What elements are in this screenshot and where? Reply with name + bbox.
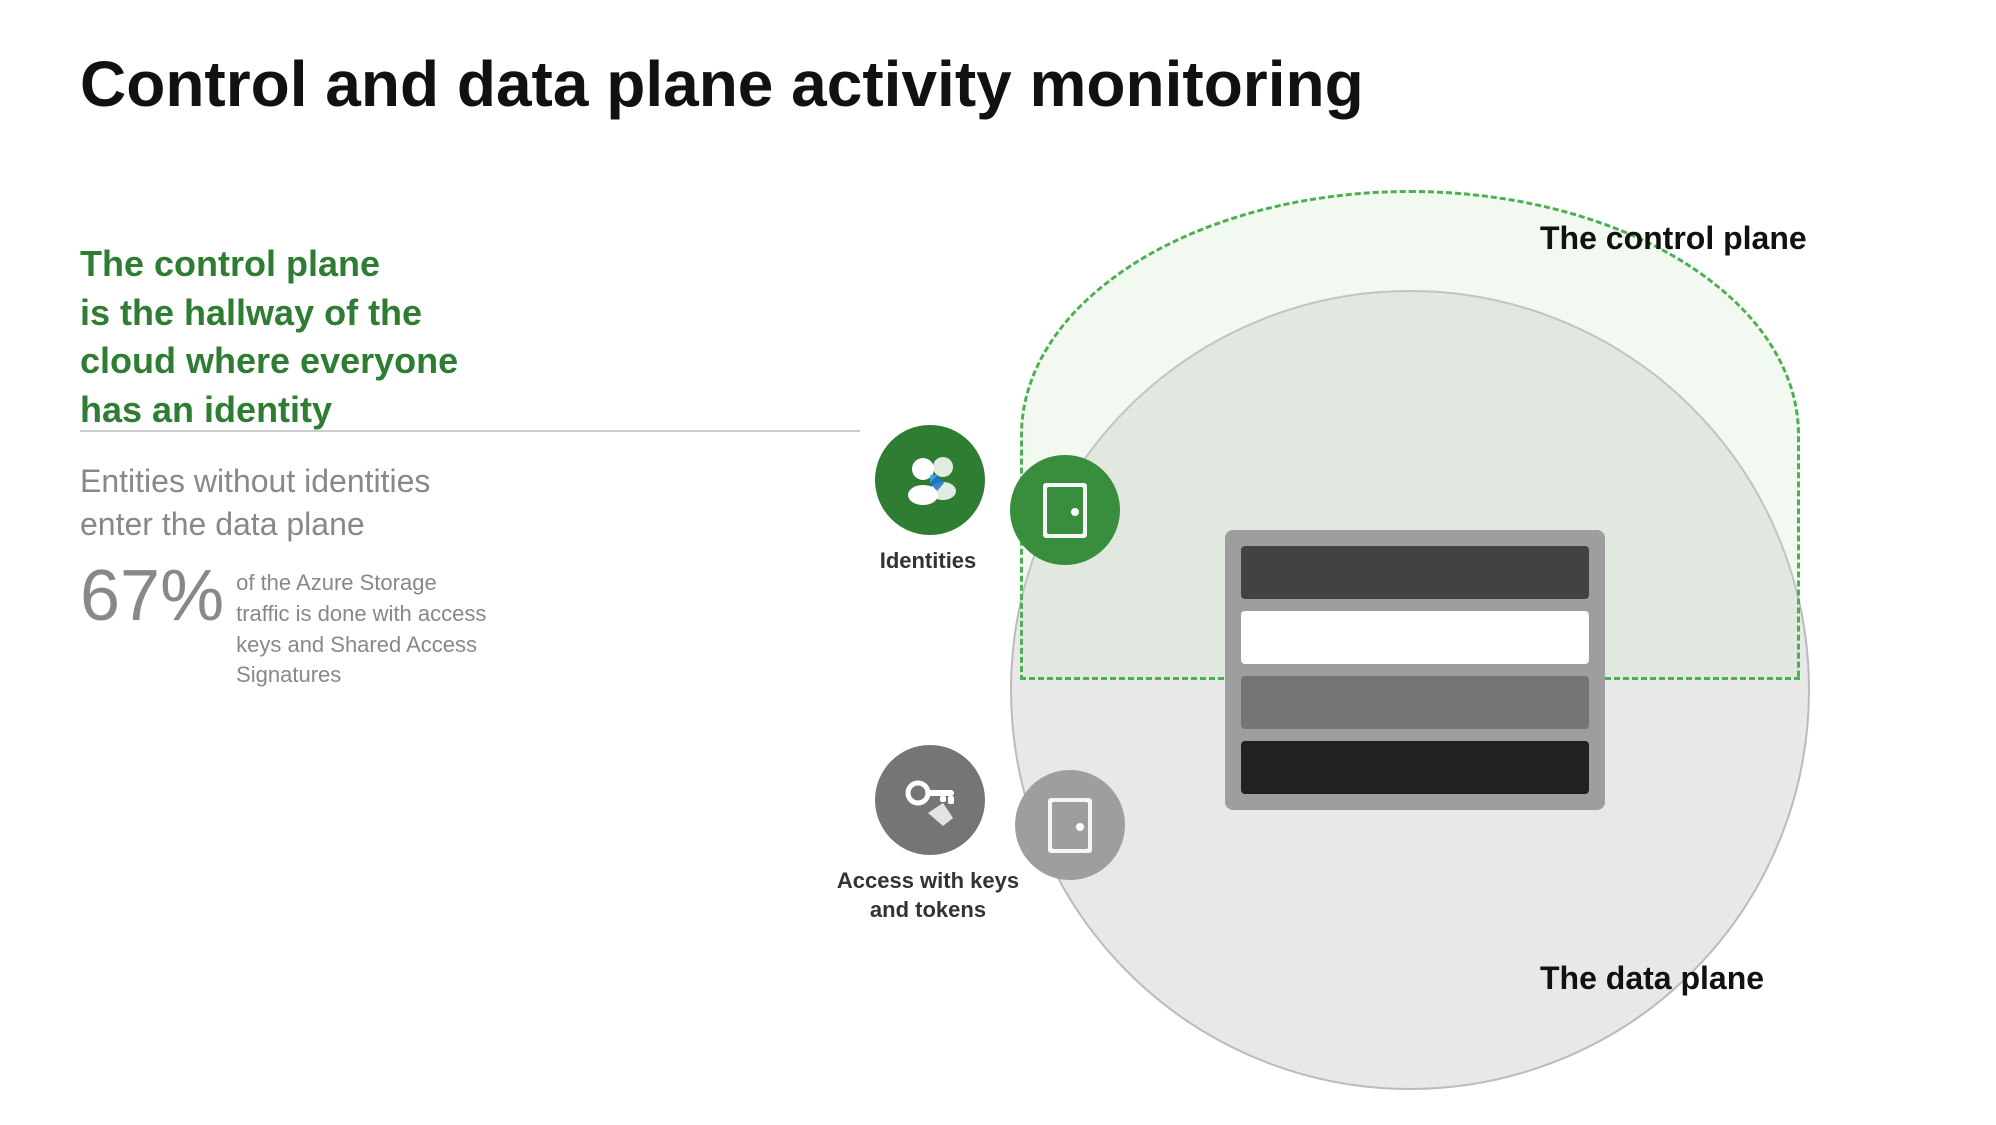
green-line1: The control plane [80, 240, 458, 289]
entities-description: Entities without identities enter the da… [80, 460, 430, 546]
page-title: Control and data plane activity monitori… [80, 48, 1364, 122]
entities-line1: Entities without identities [80, 460, 430, 503]
server-bar-bottom [1241, 741, 1589, 794]
access-keys-label-text: Access with keysand tokens [837, 868, 1019, 922]
server-resource-card [1225, 530, 1605, 810]
control-door-icon-circle [1010, 455, 1120, 565]
access-keys-icon-circle [875, 745, 985, 855]
server-bar-top [1241, 546, 1589, 599]
entities-line2: enter the data plane [80, 503, 430, 546]
identities-icon-circle [875, 425, 985, 535]
percentage-description: of the Azure Storage traffic is done wit… [236, 568, 496, 691]
green-line2: is the hallway of the [80, 289, 458, 338]
green-description: The control plane is the hallway of the … [80, 240, 458, 434]
data-door-icon-circle [1015, 770, 1125, 880]
green-line3: cloud where everyone [80, 337, 458, 386]
identities-label: Identities [848, 547, 1008, 576]
statistics-block: 67% of the Azure Storage traffic is done… [80, 560, 496, 691]
control-plane-label: The control plane [1540, 220, 1807, 257]
diagram-area: The control plane The data plane [680, 190, 1940, 1010]
data-plane-label: The data plane [1540, 960, 1764, 997]
server-bar-mid [1241, 676, 1589, 729]
percentage-number: 67% [80, 560, 224, 632]
access-keys-label: Access with keysand tokens [828, 867, 1028, 924]
server-bar-white [1241, 611, 1589, 664]
green-line4: has an identity [80, 386, 458, 435]
